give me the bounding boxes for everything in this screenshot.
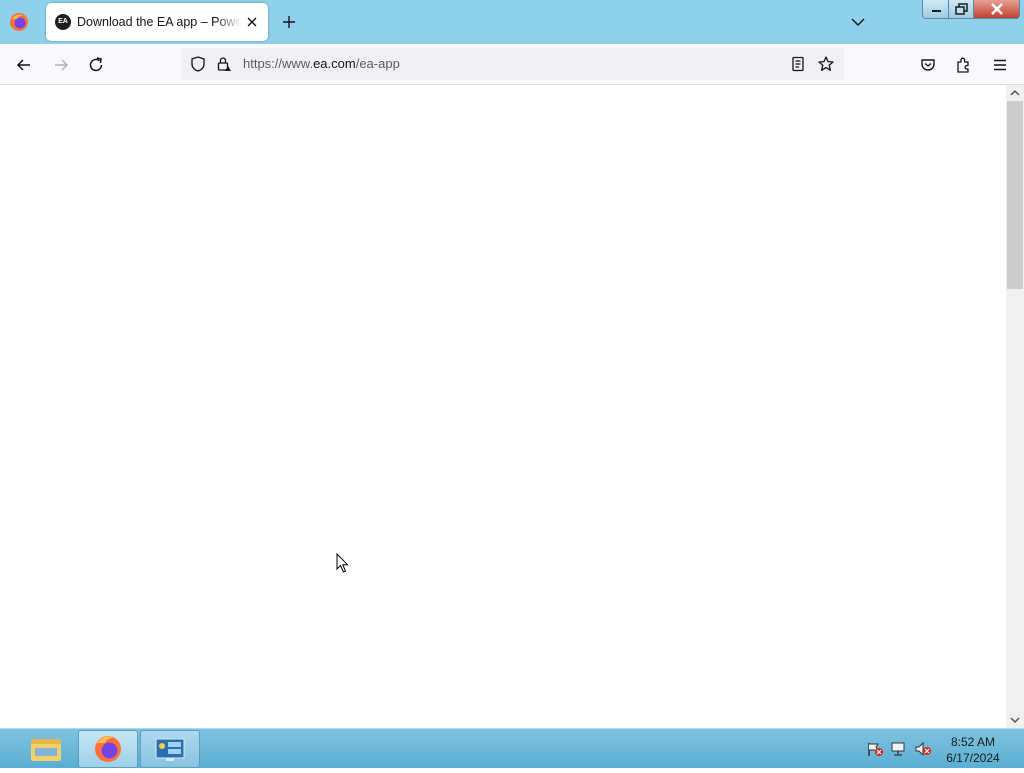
- mouse-cursor-icon: [336, 553, 349, 573]
- taskbar-firefox[interactable]: [78, 730, 138, 768]
- action-center-flag-icon[interactable]: [866, 741, 884, 757]
- volume-muted-icon[interactable]: [914, 741, 932, 757]
- address-bar[interactable]: https://www.ea.com/ea-app: [181, 48, 844, 80]
- navigation-toolbar: https://www.ea.com/ea-app: [0, 44, 1024, 85]
- star-icon[interactable]: [817, 55, 835, 73]
- url-host: ea.com: [313, 56, 356, 71]
- pocket-icon[interactable]: [918, 55, 938, 75]
- minimize-button[interactable]: [922, 0, 949, 19]
- scroll-up-arrow-icon[interactable]: [1006, 85, 1024, 101]
- url-path: /ea-app: [355, 56, 400, 71]
- shield-icon[interactable]: [189, 55, 207, 73]
- tab-strip: EA Download the EA app – Powered by EA: [0, 0, 1024, 44]
- plus-icon[interactable]: [280, 13, 298, 31]
- hamburger-icon[interactable]: [990, 55, 1010, 75]
- taskbar: 8:52 AM 6/17/2024: [0, 728, 1024, 768]
- vertical-scrollbar[interactable]: [1006, 85, 1024, 728]
- taskbar-file-explorer[interactable]: [17, 730, 77, 768]
- scrollbar-thumb[interactable]: [1007, 101, 1023, 289]
- lock-icon[interactable]: [215, 55, 233, 73]
- clock-time: 8:52 AM: [950, 735, 996, 749]
- window-close-button[interactable]: [973, 0, 1020, 19]
- reload-icon[interactable]: [86, 55, 106, 75]
- tab-title: Download the EA app – Powered by EA: [77, 15, 241, 29]
- tab-active[interactable]: EA Download the EA app – Powered by EA: [46, 3, 268, 41]
- page-content: [0, 85, 1006, 728]
- system-clock[interactable]: 8:52 AM 6/17/2024: [940, 734, 1006, 766]
- close-icon[interactable]: [245, 15, 259, 29]
- url-text[interactable]: https://www.ea.com/ea-app: [243, 56, 400, 72]
- network-icon[interactable]: [890, 741, 908, 757]
- firefox-icon: [95, 736, 121, 762]
- chevron-down-icon[interactable]: [850, 14, 866, 30]
- scroll-down-arrow-icon[interactable]: [1006, 712, 1024, 728]
- puzzle-icon[interactable]: [954, 55, 974, 75]
- server-manager-icon: [155, 738, 185, 761]
- firefox-icon[interactable]: [8, 11, 30, 33]
- reader-view-icon[interactable]: [789, 55, 807, 73]
- ea-logo-icon: EA: [55, 14, 71, 30]
- minimize-icon: [932, 10, 941, 12]
- arrow-right-icon[interactable]: [51, 55, 71, 75]
- restore-icon: [955, 3, 968, 15]
- file-explorer-icon: [31, 739, 61, 761]
- close-icon: [991, 3, 1003, 15]
- arrow-left-icon[interactable]: [14, 55, 34, 75]
- taskbar-server-manager[interactable]: [140, 730, 200, 768]
- clock-date: 6/17/2024: [946, 751, 1000, 765]
- url-prefix: https://www.: [243, 56, 314, 71]
- restore-button[interactable]: [948, 0, 974, 19]
